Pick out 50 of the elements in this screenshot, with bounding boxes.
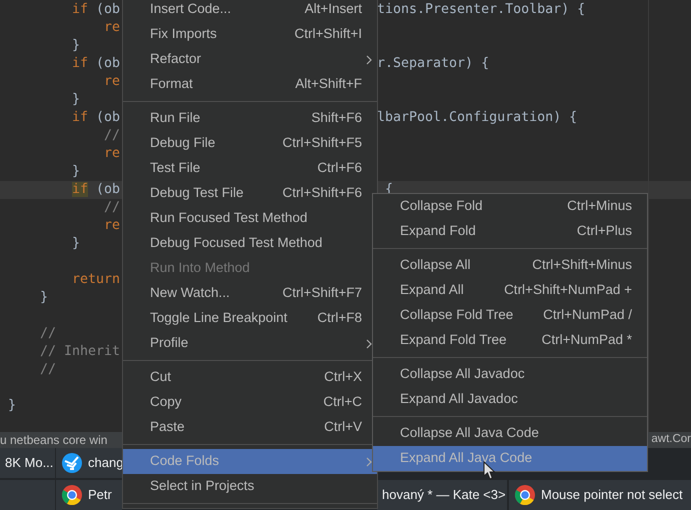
code-line: } (8, 397, 16, 415)
code-line: } (72, 91, 80, 109)
code-line: } (72, 235, 80, 253)
menu-item[interactable]: Expand All Ctrl+Shift+NumPad + (373, 278, 647, 303)
code-line: } (72, 37, 80, 55)
menu-item[interactable]: Debug File Ctrl+Shift+F5 (123, 131, 377, 156)
menu-item[interactable]: Collapse Fold Tree Ctrl+NumPad / (373, 303, 647, 328)
menu-item[interactable]: Test File Ctrl+F6 (123, 156, 377, 181)
code-text: lbarPool.Configuration) { (377, 109, 578, 127)
code-line: return (72, 271, 120, 289)
code-line: // (40, 325, 56, 343)
menu-item[interactable]: Run File Shift+F6 (123, 106, 377, 131)
bird-logo-icon (61, 452, 83, 474)
output-tab-label[interactable]: awt.Cor (651, 432, 691, 448)
taskbar-task[interactable]: Mouse pointer not select (509, 480, 691, 510)
code-line: // Inherit (40, 343, 120, 361)
code-line: // (104, 127, 120, 145)
menu-item[interactable]: Insert Code... Alt+Insert (123, 0, 377, 22)
menu-item[interactable]: Collapse All Ctrl+Shift+Minus (373, 253, 647, 278)
browser-icon (61, 484, 83, 506)
menu-item[interactable]: Fix Imports Ctrl+Shift+I (123, 22, 377, 47)
output-tab-label[interactable]: u netbeans core win (0, 432, 108, 448)
code-line: re (104, 73, 120, 91)
code-line: if (ob (72, 55, 120, 73)
menu-item[interactable]: Collapse All Java Code (373, 421, 647, 446)
menu-item[interactable]: Format Alt+Shift+F (123, 72, 377, 97)
code-line: if (ob (72, 109, 120, 127)
menu-item[interactable]: Collapse All Javadoc (373, 362, 647, 387)
code-line: } (72, 163, 80, 181)
code-text: tions.Presenter.Toolbar) { (377, 1, 586, 19)
taskbar-task[interactable]: 8K Mo... (0, 448, 55, 478)
mouse-cursor (483, 461, 496, 480)
menu-item[interactable]: Select in Projects (123, 474, 377, 499)
code-line: re (104, 217, 120, 235)
menu-item[interactable]: Expand Fold Tree Ctrl+NumPad * (373, 328, 647, 353)
code-line: // (104, 199, 120, 217)
taskbar-task[interactable]: hovaný * — Kate <3> (377, 480, 507, 510)
taskbar-task[interactable]: chang (56, 448, 122, 478)
menu-item[interactable]: Collapse Fold Ctrl+Minus (373, 194, 647, 219)
browser-icon (514, 484, 536, 506)
code-line: re (104, 145, 120, 163)
code-line: // (40, 361, 56, 379)
taskbar-task[interactable]: Petr (56, 480, 122, 510)
code-text: r.Separator) { (377, 55, 490, 73)
menu-item[interactable]: Refactor (123, 47, 377, 72)
code-line: } (40, 289, 48, 307)
menu-item[interactable]: Expand Fold Ctrl+Plus (373, 219, 647, 244)
menu-item[interactable]: Expand All Javadoc (373, 387, 647, 412)
code-line: re (104, 19, 120, 37)
code-line: if (ob (72, 1, 120, 19)
